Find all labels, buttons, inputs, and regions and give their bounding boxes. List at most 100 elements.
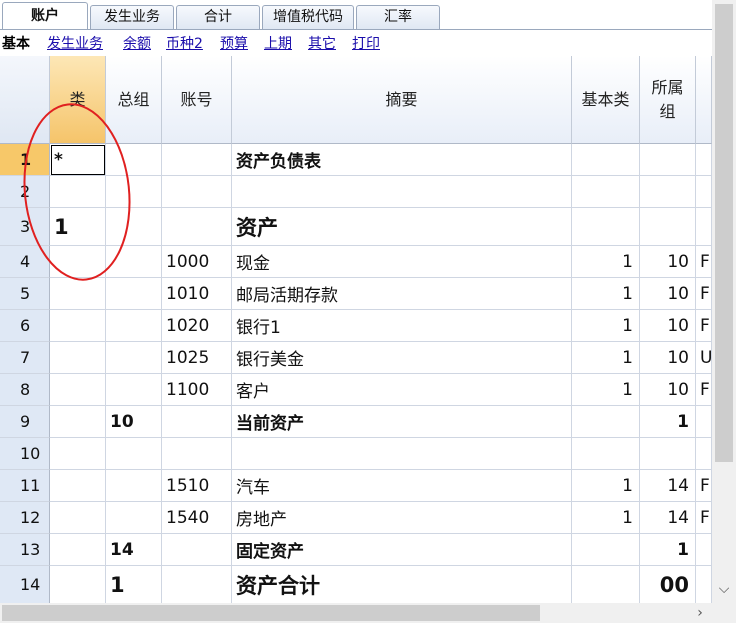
tab-transactions[interactable]: 发生业务	[90, 5, 174, 30]
row-number[interactable]: 11	[0, 470, 50, 502]
horizontal-scrollbar[interactable]: ›	[0, 603, 712, 623]
cell-description[interactable]: 资产	[232, 208, 572, 246]
cell-class[interactable]	[50, 470, 106, 502]
cell-group-total[interactable]	[106, 144, 162, 176]
vertical-scroll-thumb[interactable]	[715, 4, 733, 462]
cell-description[interactable]	[232, 176, 572, 208]
row-number[interactable]: 8	[0, 374, 50, 406]
cell-basic-class[interactable]	[572, 438, 640, 470]
header-class[interactable]: 类	[50, 56, 106, 144]
cell-class[interactable]	[50, 176, 106, 208]
cell-basic-class[interactable]	[572, 208, 640, 246]
cell-group-total[interactable]: 14	[106, 534, 162, 566]
header-account[interactable]: 账号	[162, 56, 232, 144]
cell-belongs-group[interactable]	[640, 208, 696, 246]
cell-currency[interactable]	[696, 144, 712, 176]
cell-description[interactable]: 房地产	[232, 502, 572, 534]
cell-class[interactable]	[50, 310, 106, 342]
cell-account[interactable]	[162, 438, 232, 470]
cell-description[interactable]: 资产合计	[232, 566, 572, 603]
cell-belongs-group[interactable]: 10	[640, 374, 696, 406]
tab-exchange-rates[interactable]: 汇率	[356, 5, 440, 30]
cell-basic-class[interactable]	[572, 406, 640, 438]
row-number[interactable]: 10	[0, 438, 50, 470]
row-number[interactable]: 3	[0, 208, 50, 246]
cell-belongs-group[interactable]	[640, 144, 696, 176]
cell-basic-class[interactable]: 1	[572, 502, 640, 534]
tab-vat-codes[interactable]: 增值税代码	[262, 5, 354, 30]
cell-description[interactable]: 现金	[232, 246, 572, 278]
cell-account[interactable]	[162, 208, 232, 246]
cell-currency[interactable]: F	[696, 374, 712, 406]
view-previous-year-link[interactable]: 上期	[264, 33, 292, 53]
cell-basic-class[interactable]: 1	[572, 470, 640, 502]
view-basic[interactable]: 基本	[2, 33, 30, 53]
cell-account[interactable]: 1540	[162, 502, 232, 534]
horizontal-scroll-thumb[interactable]	[2, 605, 540, 621]
cell-description[interactable]: 汽车	[232, 470, 572, 502]
header-description[interactable]: 摘要	[232, 56, 572, 144]
cell-belongs-group[interactable]: 00	[640, 566, 696, 603]
header-corner[interactable]	[0, 56, 50, 144]
chevron-right-icon[interactable]: ›	[690, 603, 710, 623]
cell-account[interactable]	[162, 176, 232, 208]
cell-currency[interactable]: F	[696, 470, 712, 502]
cell-account[interactable]: 1020	[162, 310, 232, 342]
cell-group-total[interactable]	[106, 374, 162, 406]
cell-group-total[interactable]	[106, 176, 162, 208]
cell-basic-class[interactable]	[572, 534, 640, 566]
cell-group-total[interactable]	[106, 278, 162, 310]
tab-accounts[interactable]: 账户	[2, 2, 88, 30]
view-transactions-link[interactable]: 发生业务	[47, 33, 103, 53]
cell-group-total[interactable]	[106, 502, 162, 534]
cell-description[interactable]: 当前资产	[232, 406, 572, 438]
cell-group-total[interactable]	[106, 310, 162, 342]
view-print-link[interactable]: 打印	[352, 33, 380, 53]
cell-class[interactable]: *	[50, 144, 106, 176]
cell-currency[interactable]	[696, 534, 712, 566]
cell-description[interactable]: 银行1	[232, 310, 572, 342]
cell-currency[interactable]	[696, 438, 712, 470]
cell-currency[interactable]: F	[696, 246, 712, 278]
view-currency2-link[interactable]: 币种2	[166, 33, 203, 53]
cell-account[interactable]: 1025	[162, 342, 232, 374]
header-basic-class[interactable]: 基本类	[572, 56, 640, 144]
vertical-scrollbar[interactable]: ⌵	[712, 0, 736, 603]
cell-belongs-group[interactable]	[640, 176, 696, 208]
cell-group-total[interactable]	[106, 470, 162, 502]
header-currency[interactable]	[696, 56, 712, 144]
cell-class[interactable]	[50, 438, 106, 470]
cell-account[interactable]: 1000	[162, 246, 232, 278]
cell-account[interactable]: 1100	[162, 374, 232, 406]
cell-class[interactable]	[50, 502, 106, 534]
header-belongs-group[interactable]: 所属组	[640, 56, 696, 144]
cell-description[interactable]: 客户	[232, 374, 572, 406]
view-other-link[interactable]: 其它	[308, 33, 336, 53]
cell-group-total[interactable]	[106, 246, 162, 278]
cell-basic-class[interactable]: 1	[572, 246, 640, 278]
row-number[interactable]: 9	[0, 406, 50, 438]
cell-currency[interactable]	[696, 176, 712, 208]
cell-basic-class[interactable]: 1	[572, 310, 640, 342]
cell-account[interactable]: 1510	[162, 470, 232, 502]
cell-currency[interactable]	[696, 406, 712, 438]
row-number[interactable]: 6	[0, 310, 50, 342]
cell-group-total[interactable]	[106, 438, 162, 470]
cell-currency[interactable]: F	[696, 278, 712, 310]
cell-belongs-group[interactable]: 14	[640, 502, 696, 534]
cell-description[interactable]: 固定资产	[232, 534, 572, 566]
row-number[interactable]: 12	[0, 502, 50, 534]
cell-belongs-group[interactable]: 1	[640, 534, 696, 566]
cell-belongs-group[interactable]: 10	[640, 342, 696, 374]
cell-currency[interactable]: F	[696, 502, 712, 534]
row-number[interactable]: 2	[0, 176, 50, 208]
cell-belongs-group[interactable]: 10	[640, 310, 696, 342]
cell-basic-class[interactable]: 1	[572, 374, 640, 406]
cell-class[interactable]: 1	[50, 208, 106, 246]
cell-basic-class[interactable]	[572, 144, 640, 176]
row-number[interactable]: 13	[0, 534, 50, 566]
cell-class[interactable]	[50, 278, 106, 310]
row-number[interactable]: 14	[0, 566, 50, 603]
row-number[interactable]: 7	[0, 342, 50, 374]
cell-group-total[interactable]	[106, 342, 162, 374]
